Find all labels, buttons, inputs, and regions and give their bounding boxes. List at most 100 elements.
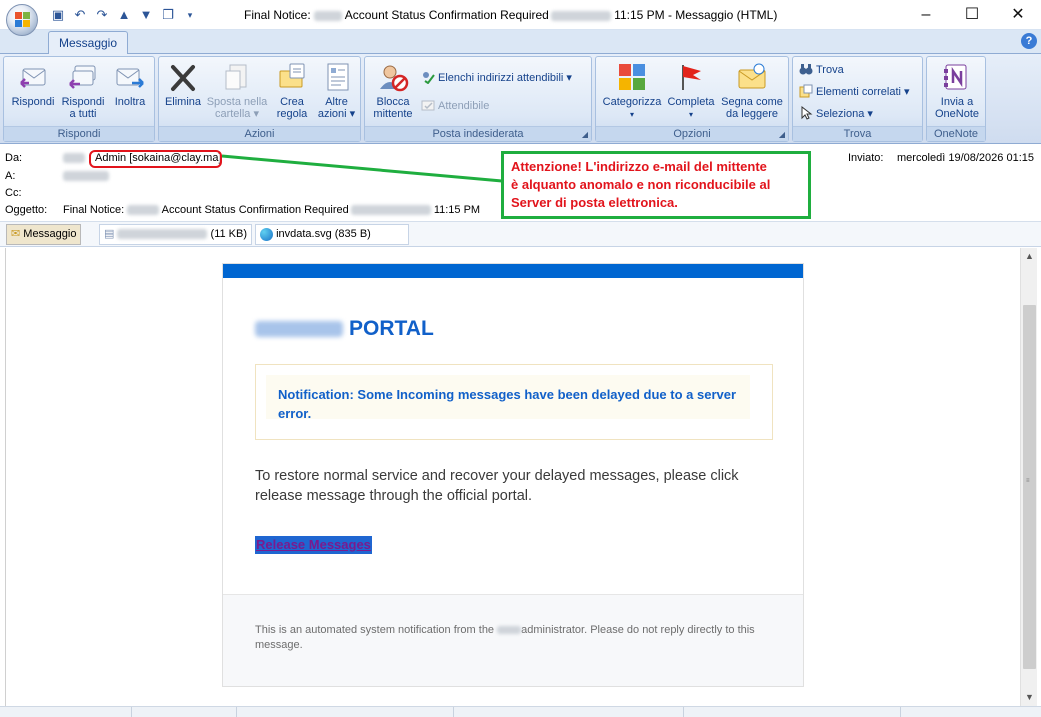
block-sender-button[interactable]: Blocca mittente xyxy=(369,61,417,120)
warning-line-3: Server di posta elettronica. xyxy=(511,195,678,210)
ribbon-tab-row: Messaggio ? xyxy=(0,30,1041,55)
group-onenote: Invia a OneNote OneNote xyxy=(926,56,986,142)
quick-access-toolbar: ▣ ↶ ↷ ▲ ▼ ❐ ▾ xyxy=(50,7,198,23)
safe-senders-list-button[interactable]: Elenchi indirizzi attendibili ▾ xyxy=(421,69,572,87)
portal-title: PORTAL xyxy=(255,317,434,341)
reply-button[interactable]: Rispondi xyxy=(8,61,58,108)
maximize-button[interactable]: ☐ xyxy=(949,0,995,30)
footer-text: This is an automated system notification… xyxy=(255,624,755,651)
ribbon: Rispondi Rispondi a tutti Inoltra Rispond… xyxy=(0,54,1041,144)
tab-messaggio[interactable]: Messaggio xyxy=(48,31,128,55)
sender-highlight-circle xyxy=(89,150,222,168)
group-trova: Trova Elementi correlati ▾ Seleziona ▾ T… xyxy=(792,56,923,142)
save-icon[interactable]: ▣ xyxy=(50,7,66,23)
related-items-icon xyxy=(799,84,813,98)
forward-icon xyxy=(114,61,146,93)
window-title: Final Notice: Account Status Confirmatio… xyxy=(244,8,778,22)
group-label-rispondi: Rispondi xyxy=(4,126,154,141)
email-card: PORTAL Notification: Some Incoming messa… xyxy=(222,263,804,687)
forward-button[interactable]: Inoltra xyxy=(106,61,154,108)
copy-icon[interactable]: ❐ xyxy=(160,7,176,23)
dialog-launcher-icon[interactable]: ◢ xyxy=(779,130,785,139)
reply-all-icon xyxy=(67,61,99,93)
reply-icon xyxy=(17,61,49,93)
group-rispondi: Rispondi Rispondi a tutti Inoltra Rispond… xyxy=(3,56,155,142)
message-tab[interactable]: ✉ Messaggio xyxy=(6,224,82,245)
sent-label: Inviato: xyxy=(848,152,884,164)
down-icon[interactable]: ▼ xyxy=(138,7,154,23)
delete-button[interactable]: Elimina xyxy=(162,61,204,108)
mark-unread-icon xyxy=(736,61,768,93)
subject-value: Final Notice: Account Status Confirmatio… xyxy=(63,204,481,216)
email-header-bar xyxy=(223,264,803,278)
group-label-azioni: Azioni xyxy=(159,126,360,141)
related-items-button[interactable]: Elementi correlati ▾ xyxy=(799,83,910,101)
close-button[interactable]: ✕ xyxy=(995,0,1041,30)
redo-icon[interactable]: ↷ xyxy=(94,7,110,23)
safe-button[interactable]: Attendibile xyxy=(421,97,489,115)
rule-icon xyxy=(276,61,308,93)
dialog-launcher-icon[interactable]: ◢ xyxy=(582,130,588,139)
office-logo-icon xyxy=(15,12,30,28)
send-to-onenote-button[interactable]: Invia a OneNote xyxy=(929,61,985,120)
reply-all-button[interactable]: Rispondi a tutti xyxy=(58,61,108,120)
onenote-icon xyxy=(941,61,973,93)
other-actions-button[interactable]: Altre azioni ▾ xyxy=(314,61,359,120)
group-label-posta-indesiderata: Posta indesiderata xyxy=(365,126,591,141)
group-label-trova: Trova xyxy=(793,126,922,141)
scrollbar-thumb[interactable]: ≡ xyxy=(1023,305,1036,669)
complete-button[interactable]: Completa ▾ xyxy=(665,61,717,121)
office-button[interactable] xyxy=(6,4,38,36)
file-icon: ▤ xyxy=(104,228,115,240)
from-label: Da: xyxy=(5,152,23,164)
scroll-up-icon[interactable]: ▲ xyxy=(1021,248,1038,265)
phishing-warning-annotation: Attenzione! L'indirizzo e-mail del mitte… xyxy=(501,151,811,219)
group-posta-indesiderata: Blocca mittente Elenchi indirizzi attendi… xyxy=(364,56,592,142)
move-to-folder-button[interactable]: Sposta nella cartella ▾ xyxy=(204,61,270,120)
delete-icon xyxy=(167,61,199,93)
release-messages-link[interactable]: Release Messages xyxy=(255,536,372,554)
scroll-down-icon[interactable]: ▼ xyxy=(1021,689,1038,706)
attachment-1[interactable]: ▤ (11 KB) xyxy=(99,224,252,245)
undo-icon[interactable]: ↶ xyxy=(72,7,88,23)
dropdown-icon[interactable]: ▾ xyxy=(182,7,198,23)
warning-line-1: Attenzione! L'indirizzo e-mail del mitte… xyxy=(511,159,767,174)
warning-line-2: è alquanto anomalo e non riconducibile a… xyxy=(511,177,771,192)
safe-list-icon xyxy=(421,70,435,85)
cursor-icon xyxy=(799,106,813,120)
restore-instructions: To restore normal service and recover yo… xyxy=(255,468,739,504)
select-button[interactable]: Seleziona ▾ xyxy=(799,105,873,123)
categorize-icon xyxy=(616,61,648,93)
attachment-bar: ✉ Messaggio ▤ (11 KB) invdata.svg (835 B… xyxy=(0,221,1041,247)
up-icon[interactable]: ▲ xyxy=(116,7,132,23)
minimize-button[interactable]: – xyxy=(903,0,949,30)
categorize-button[interactable]: Categorizza ▾ xyxy=(599,61,665,121)
to-address-redacted[interactable] xyxy=(63,170,109,182)
attachment-2[interactable]: invdata.svg (835 B) xyxy=(255,224,409,245)
flag-icon xyxy=(675,61,707,93)
binoculars-icon xyxy=(799,62,813,76)
subject-label: Oggetto: xyxy=(5,204,48,216)
vertical-scrollbar[interactable]: ▲ ≡ ▼ xyxy=(1020,248,1037,706)
help-icon[interactable]: ? xyxy=(1021,33,1037,49)
notification-box: Notification: Some Incoming messages hav… xyxy=(255,364,773,440)
sent-date: mercoledì 19/08/2026 01:15 xyxy=(897,152,1034,164)
cc-label: Cc: xyxy=(5,187,22,199)
envelope-icon: ✉ xyxy=(11,228,21,240)
safe-icon xyxy=(421,98,435,112)
annotation-connector-line xyxy=(221,154,503,183)
group-azioni: Elimina Sposta nella cartella ▾ Crea regol… xyxy=(158,56,361,142)
mark-unread-button[interactable]: Segna come da leggere xyxy=(717,61,787,120)
window-controls: – ☐ ✕ xyxy=(903,0,1041,30)
block-sender-icon xyxy=(377,61,409,93)
edge-browser-icon xyxy=(260,227,273,241)
find-button[interactable]: Trova xyxy=(799,61,844,79)
create-rule-button[interactable]: Crea regola xyxy=(270,61,314,120)
group-opzioni: Categorizza ▾ Completa ▾ Segna come da legg… xyxy=(595,56,789,142)
group-label-onenote: OneNote xyxy=(927,126,985,141)
notification-text: Notification: Some Incoming messages hav… xyxy=(278,387,737,421)
from-name-redacted xyxy=(63,152,85,164)
title-bar: ▣ ↶ ↷ ▲ ▼ ❐ ▾ Final Notice: Account Stat… xyxy=(0,0,1041,36)
group-label-opzioni: Opzioni xyxy=(596,126,788,141)
other-actions-icon xyxy=(321,61,353,93)
